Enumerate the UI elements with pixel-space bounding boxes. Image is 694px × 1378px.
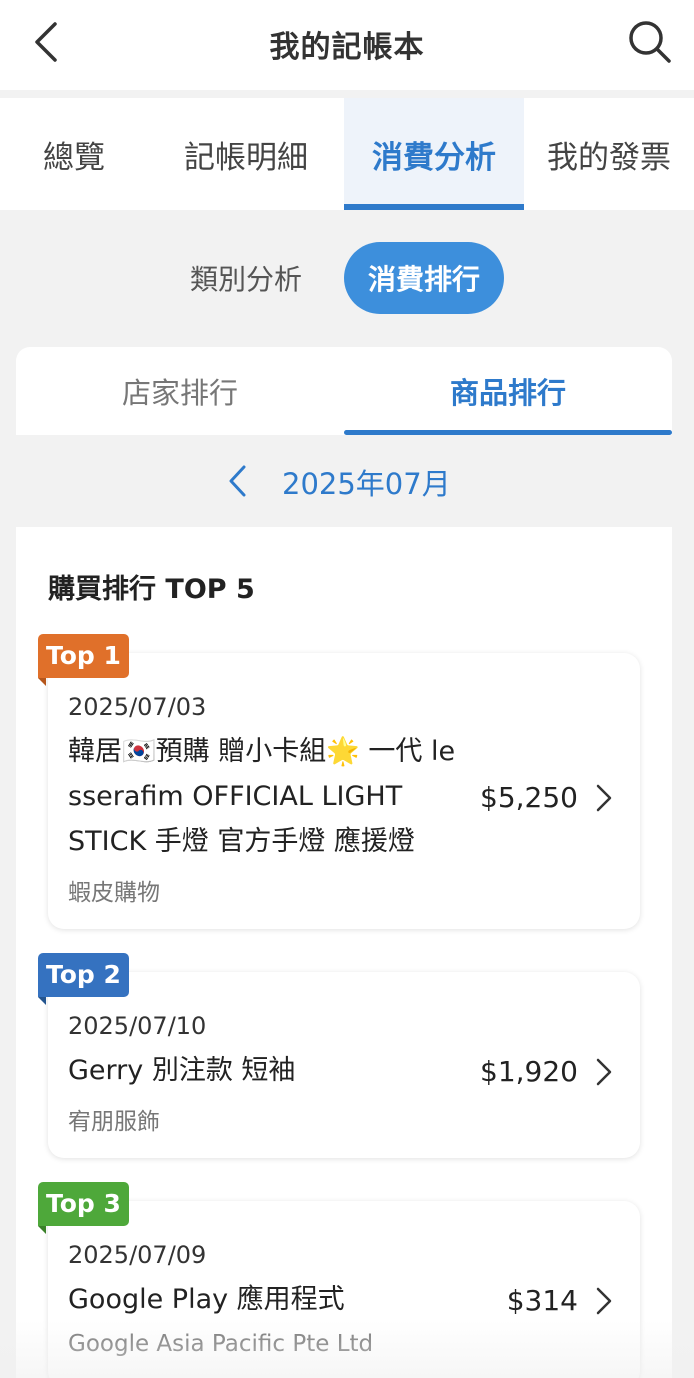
ranking-item[interactable]: 2025/07/03 韓居🇰🇷預購 贈小卡組🌟 一代 le sserafim O… [48, 653, 640, 929]
main-tabs: 總覽 記帳明細 消費分析 我的發票 [0, 98, 694, 210]
item-amount: $1,920 [480, 1055, 578, 1088]
item-store: Google Asia Pacific Pte Ltd [68, 1331, 374, 1357]
item-date: 2025/07/10 [68, 1012, 207, 1040]
chevron-left-icon [229, 465, 246, 497]
tab-store-ranking[interactable]: 店家排行 [16, 347, 344, 435]
item-name: Gerry 別注款 短袖 [68, 1055, 296, 1086]
rank-badge-3: Top 3 [38, 1182, 129, 1234]
section-title: 購買排行 TOP 5 [48, 574, 255, 605]
month-label: 2025年07月 [282, 467, 451, 501]
tab-my-invoices[interactable]: 我的發票 [524, 98, 694, 210]
page-title: 我的記帳本 [269, 30, 425, 65]
item-store: 宥朋服飾 [68, 1109, 160, 1135]
chevron-right-icon [596, 1287, 612, 1315]
item-amount: $5,250 [480, 781, 578, 814]
rank-badge-2: Top 2 [38, 953, 129, 1005]
search-icon [629, 21, 671, 63]
item-amount: $314 [506, 1284, 578, 1317]
tab-overview[interactable]: 總覽 [0, 98, 148, 210]
segment-spending-ranking[interactable]: 消費排行 [344, 242, 504, 314]
tab-spending-analysis[interactable]: 消費分析 [344, 98, 524, 210]
search-button[interactable] [624, 16, 676, 68]
rank-badge-1: Top 1 [38, 634, 129, 686]
item-date: 2025/07/03 [68, 693, 207, 721]
chevron-right-icon [596, 1058, 612, 1086]
item-store: 蝦皮購物 [68, 880, 160, 906]
segment-category-analysis[interactable]: 類別分析 [168, 242, 324, 314]
ranking-card: 店家排行 商品排行 2025年07月 購買排行 TOP 5 2025/07/03… [16, 347, 672, 1378]
ranking-sub-tabs: 店家排行 商品排行 [16, 347, 672, 435]
ranking-item[interactable]: 2025/07/09 Google Play 應用程式 Google Asia … [48, 1201, 640, 1378]
tab-product-ranking[interactable]: 商品排行 [344, 347, 672, 435]
previous-month-button[interactable] [218, 459, 258, 503]
month-selector: 2025年07月 [16, 435, 672, 527]
tab-records[interactable]: 記帳明細 [148, 98, 344, 210]
chevron-right-icon [596, 784, 612, 812]
app-header: 我的記帳本 [0, 0, 694, 90]
item-name: 韓居🇰🇷預購 贈小卡組🌟 一代 le sserafim OFFICIAL LIG… [68, 736, 456, 857]
item-date: 2025/07/09 [68, 1241, 207, 1269]
ranking-item[interactable]: 2025/07/10 Gerry 別注款 短袖 宥朋服飾 $1,920 [48, 972, 640, 1158]
item-name: Google Play 應用程式 [68, 1284, 345, 1315]
